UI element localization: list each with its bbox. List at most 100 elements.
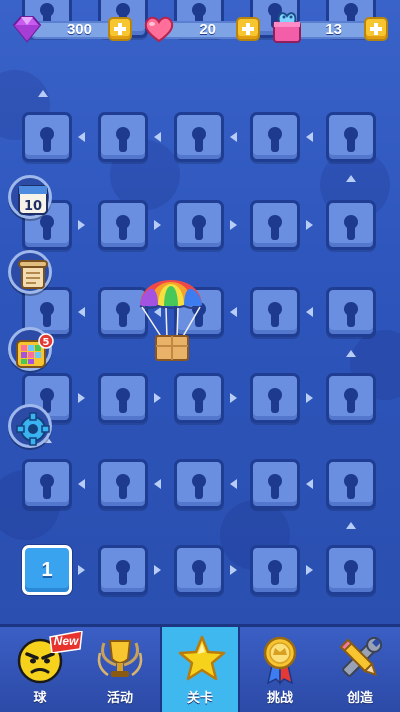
keyhole-icon xyxy=(347,484,355,499)
level-tile-locked[interactable] xyxy=(98,459,148,509)
add-boxes-button[interactable] xyxy=(364,17,388,41)
level-tile-locked[interactable] xyxy=(174,200,224,250)
keyhole-icon xyxy=(347,312,355,327)
calendar-10-icon: 10 xyxy=(18,185,48,215)
gift-box-icon xyxy=(273,12,301,43)
arrow-left-icon xyxy=(78,132,85,142)
keyhole-icon xyxy=(195,398,203,413)
gem-counter: 300 xyxy=(10,14,138,44)
keyhole-icon xyxy=(195,484,203,499)
tab-challenge[interactable]: 挑战 xyxy=(240,627,320,712)
pencil-wrench-icon xyxy=(339,636,383,677)
scroll-icon xyxy=(18,260,48,289)
level-tile-locked[interactable] xyxy=(250,373,300,423)
level-tile-locked[interactable] xyxy=(326,459,376,509)
keyhole-icon xyxy=(347,398,355,413)
settings-button[interactable] xyxy=(8,404,52,448)
keyhole-icon xyxy=(119,570,127,585)
level-number: 1 xyxy=(41,559,53,581)
tab-label: 活动 xyxy=(106,690,133,705)
arrow-right-icon xyxy=(154,565,161,575)
arrow-right-icon xyxy=(230,220,237,230)
arrow-right-icon xyxy=(306,565,313,575)
tab-levels[interactable]: 关卡 xyxy=(160,627,240,712)
level-tile-locked[interactable] xyxy=(174,459,224,509)
level-tile-locked[interactable] xyxy=(98,373,148,423)
board-icon: 5 xyxy=(16,333,54,368)
trophy-icon xyxy=(97,640,143,677)
level-tile-locked[interactable] xyxy=(326,287,376,337)
heart-count: 20 xyxy=(199,21,216,38)
tab-events[interactable]: 活动 xyxy=(80,627,160,712)
level-tile-locked[interactable] xyxy=(250,459,300,509)
keyhole-icon xyxy=(119,484,127,499)
keyhole-icon xyxy=(195,225,203,240)
level-tile-locked[interactable] xyxy=(250,112,300,162)
calendar-button[interactable]: 10 xyxy=(8,175,52,219)
level-tile-locked[interactable] xyxy=(98,112,148,162)
scroll-button[interactable] xyxy=(8,250,52,294)
level-tile-unlocked[interactable]: 1 xyxy=(22,545,72,595)
level-tile-locked[interactable] xyxy=(326,112,376,162)
keyhole-icon xyxy=(43,484,51,499)
tab-label: 创造 xyxy=(346,690,373,705)
arrow-right-icon xyxy=(78,565,85,575)
level-tile-locked[interactable] xyxy=(250,287,300,337)
arrow-left-icon xyxy=(78,479,85,489)
gear-icon xyxy=(16,412,50,446)
arrow-up-icon xyxy=(346,175,356,182)
level-tile-locked[interactable] xyxy=(174,112,224,162)
arrow-right-icon xyxy=(154,220,161,230)
level-tile-locked[interactable] xyxy=(250,545,300,595)
board-button[interactable]: 5 xyxy=(8,327,54,371)
new-badge-label: New xyxy=(53,634,79,648)
arrow-up-icon xyxy=(346,522,356,529)
arrow-left-icon xyxy=(306,307,313,317)
level-tile-locked[interactable] xyxy=(174,373,224,423)
keyhole-icon xyxy=(43,225,51,240)
level-tile-locked[interactable] xyxy=(98,200,148,250)
add-hearts-button[interactable] xyxy=(236,17,260,41)
level-tile-locked[interactable] xyxy=(326,373,376,423)
arrow-left-icon xyxy=(154,479,161,489)
arrow-left-icon xyxy=(230,132,237,142)
level-tile-locked[interactable] xyxy=(326,545,376,595)
level-tile-locked[interactable] xyxy=(174,545,224,595)
arrow-left-icon xyxy=(154,132,161,142)
box-counter: 13 xyxy=(270,12,392,44)
keyhole-icon xyxy=(271,484,279,499)
keyhole-icon xyxy=(43,137,51,152)
keyhole-icon xyxy=(271,398,279,413)
keyhole-icon xyxy=(271,570,279,585)
tab-ball[interactable]: New 球 xyxy=(0,627,83,712)
keyhole-icon xyxy=(195,570,203,585)
keyhole-icon xyxy=(271,137,279,152)
level-tile-locked[interactable] xyxy=(326,200,376,250)
gem-count: 300 xyxy=(66,21,92,38)
gem-icon xyxy=(12,16,42,43)
tab-create[interactable]: 创造 xyxy=(320,627,400,712)
level-tile-locked[interactable] xyxy=(22,459,72,509)
keyhole-icon xyxy=(119,312,127,327)
level-tile-locked[interactable] xyxy=(250,200,300,250)
level-tile-locked[interactable] xyxy=(98,545,148,595)
heart-icon xyxy=(144,16,174,43)
medal-icon xyxy=(263,636,297,685)
keyhole-icon xyxy=(119,137,127,152)
parachute-crate[interactable] xyxy=(136,280,206,364)
tab-label: 挑战 xyxy=(266,690,293,705)
keyhole-icon xyxy=(43,312,51,327)
add-gems-button[interactable] xyxy=(108,17,132,41)
level-tile-locked[interactable] xyxy=(22,112,72,162)
arrow-right-icon xyxy=(230,393,237,403)
board-badge-count: 5 xyxy=(43,337,50,348)
arrow-left-icon xyxy=(306,479,313,489)
arrow-right-icon xyxy=(306,393,313,403)
tab-label: 球 xyxy=(33,690,47,705)
arrow-left-icon xyxy=(230,479,237,489)
keyhole-icon xyxy=(271,312,279,327)
keyhole-icon xyxy=(347,137,355,152)
resource-bar: 300 20 13 xyxy=(0,0,400,58)
tab-label: 关卡 xyxy=(186,690,213,705)
arrow-right-icon xyxy=(78,393,85,403)
